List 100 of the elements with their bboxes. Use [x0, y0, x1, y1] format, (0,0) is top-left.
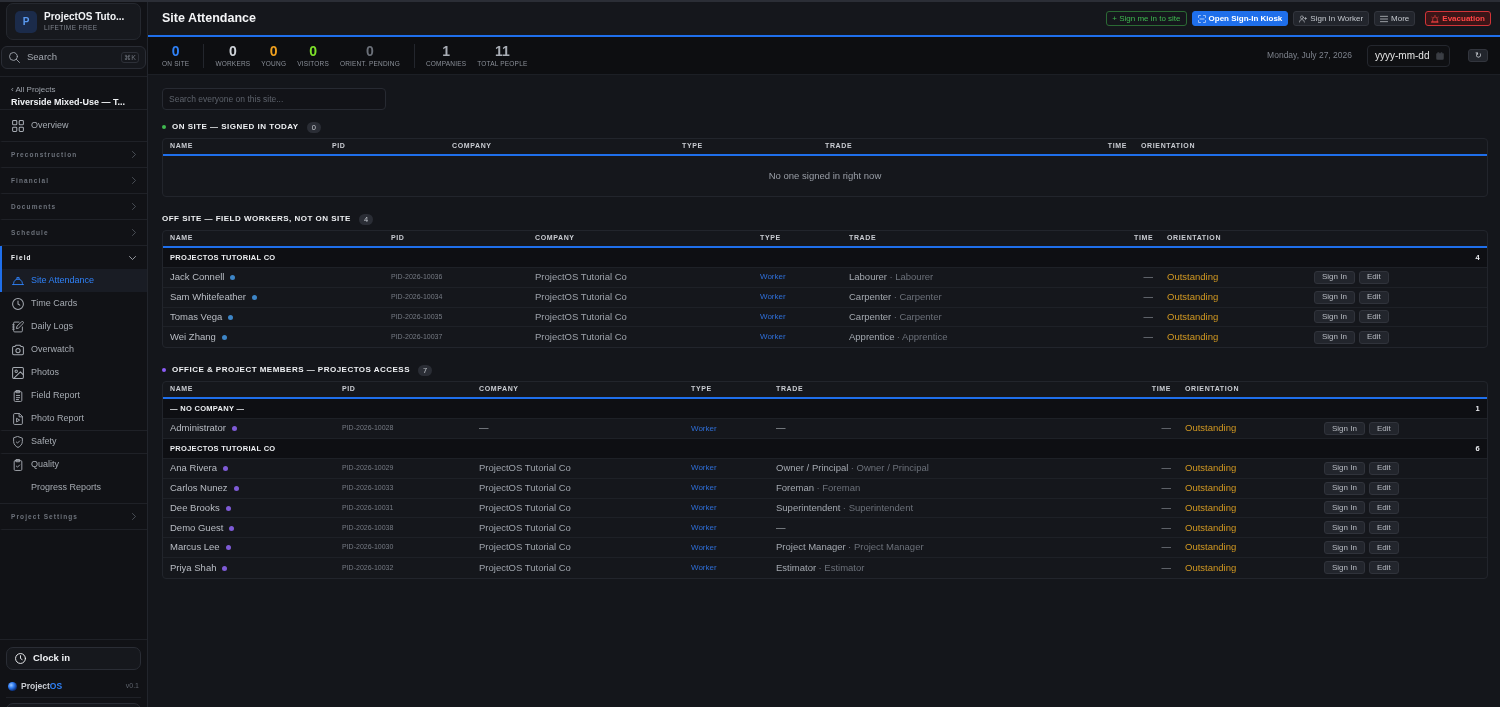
nav-link[interactable]: Progress Reports: [0, 476, 147, 499]
workspace-initial: P: [15, 10, 37, 33]
calendar-icon: [1436, 51, 1444, 60]
document-icon: [12, 412, 24, 425]
edit-button[interactable]: Edit: [1368, 481, 1399, 495]
nav-link[interactable]: Safety: [0, 430, 147, 453]
edit-button[interactable]: Edit: [1358, 270, 1389, 284]
stat-value: 0: [269, 43, 278, 58]
person-name: Wei Zhang: [170, 331, 216, 343]
brand-name: ProjectOS: [21, 680, 63, 693]
evacuation-button[interactable]: Evacuation: [1425, 11, 1491, 26]
nav-link[interactable]: Photos: [0, 361, 147, 384]
time-cell: —: [1127, 287, 1160, 308]
sign-in-button[interactable]: Sign In: [1324, 521, 1365, 535]
orientation-cell: Outstanding: [1178, 518, 1317, 539]
nav-link[interactable]: Quality: [0, 453, 147, 476]
orientation-cell: Outstanding: [1160, 287, 1307, 308]
image-icon: [12, 366, 24, 379]
type-cell: Worker: [684, 478, 769, 499]
orientation-cell: Outstanding: [1178, 498, 1317, 519]
person-name: Sam Whitefeather: [170, 291, 247, 303]
edit-button[interactable]: Edit: [1368, 461, 1399, 475]
nav-link[interactable]: Overview: [0, 110, 147, 142]
sign-in-button[interactable]: Sign In: [1314, 290, 1355, 304]
edit-button[interactable]: Edit: [1368, 561, 1399, 575]
clock-icon: [15, 653, 26, 664]
nav-link[interactable]: Daily Logs: [0, 315, 147, 338]
type-cell: Worker: [753, 307, 842, 328]
company-cell: ProjectOS Tutorial Co: [472, 459, 684, 479]
orientation-cell: Outstanding: [1178, 459, 1317, 479]
date-label: Monday, July 27, 2026: [1267, 49, 1352, 62]
section-title: OFF SITE — FIELD WORKERS, NOT ON SITE: [162, 213, 351, 225]
more-button[interactable]: More: [1374, 11, 1416, 26]
chevron-right-icon: [132, 229, 136, 236]
nav-link[interactable]: Photo Report: [0, 407, 147, 430]
orientation-cell-text: Outstanding: [1184, 560, 1238, 575]
sign-in-button[interactable]: Sign In: [1324, 481, 1365, 495]
time-cell: —: [1127, 307, 1160, 328]
edit-button[interactable]: Edit: [1368, 422, 1399, 436]
edit-button[interactable]: Edit: [1368, 541, 1399, 555]
sign-in-button[interactable]: Sign In: [1324, 422, 1365, 436]
orientation-cell: Outstanding: [1178, 478, 1317, 499]
time-cell-text: —: [1142, 330, 1154, 345]
shield-icon: [12, 436, 24, 448]
sign-in-worker-button[interactable]: Sign In Worker: [1293, 11, 1370, 26]
edit-button[interactable]: Edit: [1358, 290, 1389, 304]
stat-value: 0: [171, 43, 180, 58]
edit-button[interactable]: Edit: [1368, 501, 1399, 515]
clock-icon: [12, 297, 24, 310]
sign-in-button[interactable]: Sign In: [1324, 461, 1365, 475]
search-field[interactable]: Search everyone on this site...: [162, 88, 386, 110]
time-cell: —: [1144, 518, 1178, 539]
nav-link[interactable]: Field Report: [0, 384, 147, 407]
type-cell: Worker: [753, 287, 842, 308]
trade-cell-text: Apprentice · Apprentice: [848, 330, 949, 345]
trade-cell: Labourer · Labourer: [842, 268, 1127, 288]
scan-icon: [1197, 14, 1206, 23]
orientation-cell-text: Outstanding: [1166, 330, 1220, 345]
person-name: Tomas Vega: [170, 310, 223, 322]
trade-cell: Superintendent · Superintendent: [769, 498, 1144, 519]
company-cell: —: [472, 419, 684, 439]
section-title: ON SITE — SIGNED IN TODAY: [172, 121, 299, 133]
nav-link[interactable]: Time Cards: [0, 292, 147, 315]
kiosk-button[interactable]: Open Sign-In Kiosk: [1191, 11, 1289, 26]
sign-in-button[interactable]: Sign In: [1314, 330, 1355, 344]
sign-in-button[interactable]: Sign In: [1324, 561, 1365, 575]
type-cell: Worker: [684, 459, 769, 479]
sign-in-button[interactable]: Sign In: [1314, 270, 1355, 284]
company-cell: ProjectOS Tutorial Co: [528, 307, 753, 328]
refresh-button[interactable]: ↻: [1468, 49, 1488, 62]
sign-in-button[interactable]: Sign In: [1314, 310, 1355, 324]
company-cell: ProjectOS Tutorial Co: [472, 518, 684, 539]
trade-cell: Project Manager · Project Manager: [769, 538, 1144, 558]
nav-link[interactable]: Overwatch: [0, 338, 147, 361]
search-icon: [9, 52, 20, 63]
time-cell: —: [1127, 268, 1160, 288]
menu-icon: [1380, 14, 1389, 23]
stat-value: 0: [366, 43, 374, 58]
sign-me-in-button[interactable]: + Sign me in to site: [1106, 11, 1187, 26]
company-cell: ProjectOS Tutorial Co: [472, 538, 684, 558]
clipboard-check-icon: [12, 459, 24, 471]
type-cell: Worker: [684, 419, 769, 439]
person-name: Demo Guest: [170, 521, 224, 533]
clock-in-button[interactable]: Clock in: [6, 647, 141, 670]
nav-link[interactable]: Site Attendance: [0, 269, 147, 292]
edit-button[interactable]: Edit: [1358, 310, 1389, 324]
type-cell: Worker: [684, 518, 769, 539]
edit-button[interactable]: Edit: [1358, 330, 1389, 344]
company-cell: ProjectOS Tutorial Co: [528, 287, 753, 308]
person-name: Jack Connell: [170, 271, 225, 283]
edit-button[interactable]: Edit: [1368, 521, 1399, 535]
camera-icon: [12, 343, 24, 356]
all-projects-link[interactable]: ‹ All Projects: [11, 84, 56, 95]
sign-in-button[interactable]: Sign In: [1324, 501, 1365, 515]
sign-in-button[interactable]: Sign In: [1324, 541, 1365, 555]
person-name: Carlos Nunez: [170, 482, 228, 494]
date-field[interactable]: yyyy-mm-dd: [1367, 44, 1450, 67]
company-cell-text: ProjectOS Tutorial Co: [534, 330, 628, 345]
chevron-down-icon: [129, 255, 136, 260]
workspace-name: ProjectOS Tuto...: [44, 11, 125, 23]
